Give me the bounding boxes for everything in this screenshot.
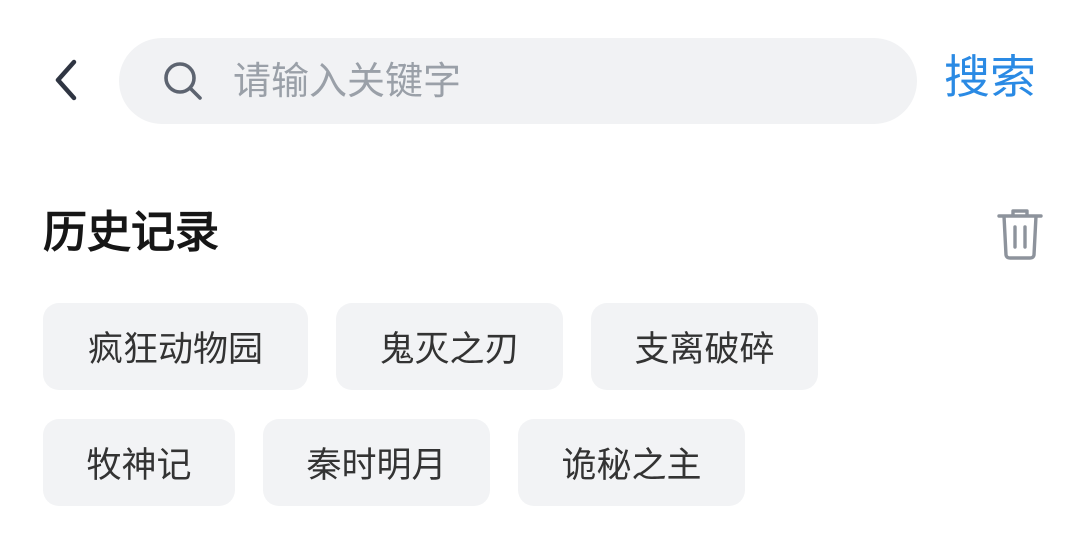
back-button[interactable] <box>36 50 96 110</box>
search-icon <box>164 62 202 100</box>
chevron-left-icon <box>55 59 77 101</box>
history-chip[interactable]: 支离破碎 <box>591 303 818 390</box>
search-button[interactable]: 搜索 <box>944 46 1036 108</box>
history-chip[interactable]: 秦时明月 <box>263 419 490 506</box>
search-input[interactable] <box>233 38 873 124</box>
clear-history-button[interactable] <box>994 206 1046 262</box>
search-bar[interactable] <box>119 38 917 124</box>
history-chip[interactable]: 鬼灭之刃 <box>336 303 563 390</box>
trash-icon <box>997 209 1043 260</box>
history-chip[interactable]: 疯狂动物园 <box>43 303 308 390</box>
history-chip[interactable]: 牧神记 <box>43 419 235 506</box>
history-title: 历史记录 <box>43 207 219 258</box>
history-chip[interactable]: 诡秘之主 <box>518 419 745 506</box>
